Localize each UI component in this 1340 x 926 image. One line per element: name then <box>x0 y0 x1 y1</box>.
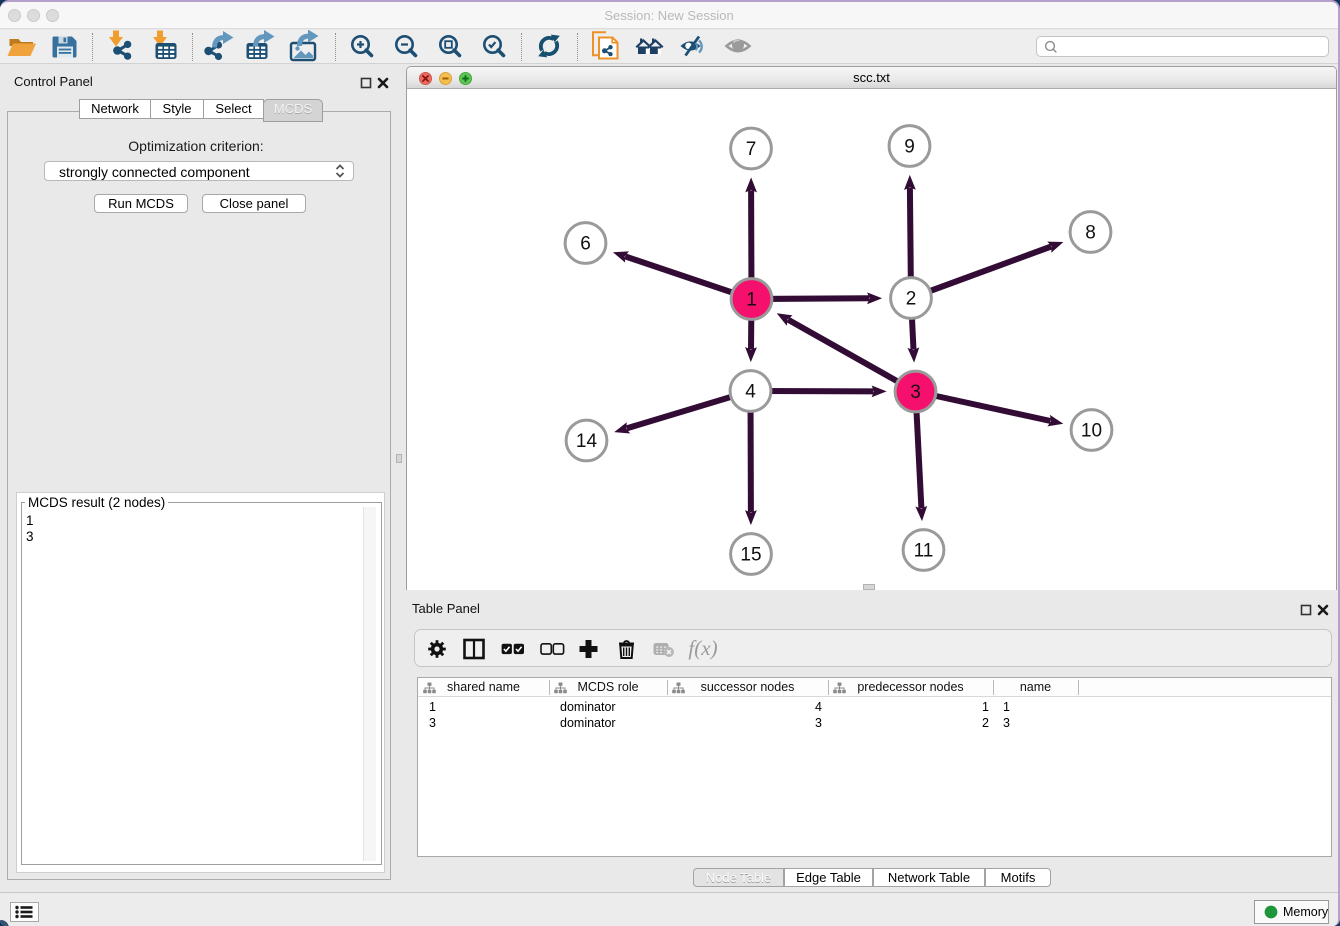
svg-text:11: 11 <box>914 541 934 562</box>
svg-text:1: 1 <box>746 290 757 311</box>
svg-text:9: 9 <box>904 137 915 158</box>
svg-text:f(x): f(x) <box>688 636 717 660</box>
svg-text:2: 2 <box>906 289 917 310</box>
svg-text:3: 3 <box>910 382 921 403</box>
svg-text:15: 15 <box>740 545 761 566</box>
svg-text:8: 8 <box>1085 223 1096 244</box>
svg-text:7: 7 <box>746 139 757 160</box>
svg-text:4: 4 <box>745 382 756 403</box>
svg-text:10: 10 <box>1081 421 1102 442</box>
svg-text:6: 6 <box>580 234 591 255</box>
svg-text:14: 14 <box>576 431 598 452</box>
